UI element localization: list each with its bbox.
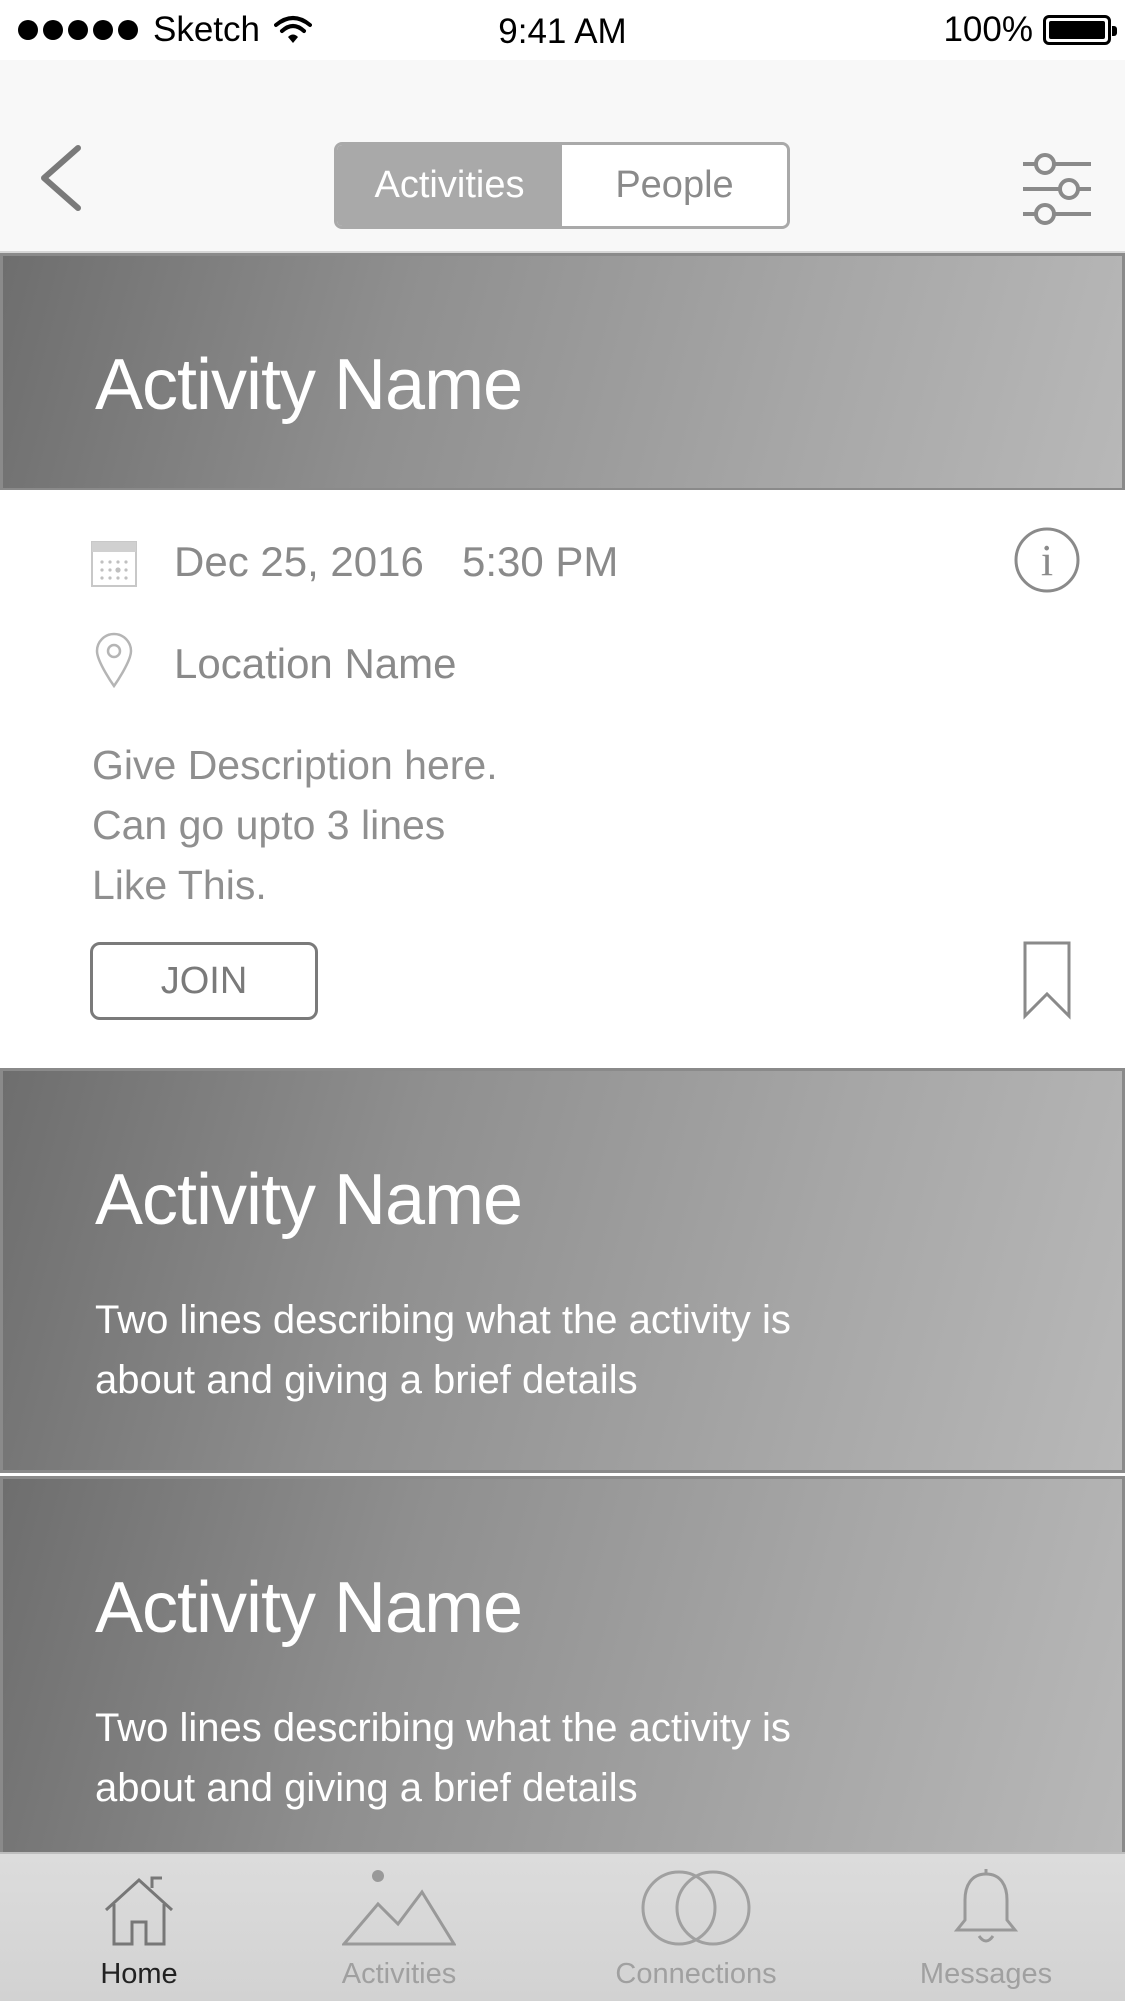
status-bar: Sketch 9:41 AM 100% — [0, 0, 1125, 60]
battery-icon — [1043, 15, 1117, 45]
tab-bar: Home Activities Connections Messages — [0, 1852, 1125, 2001]
activity-description-line: Two lines describing what the activity i… — [95, 1298, 791, 1342]
calendar-icon — [91, 541, 137, 587]
sliders-icon — [1023, 153, 1091, 225]
activity-description-line: about and giving a brief details — [95, 1766, 638, 1810]
mountain-icon — [342, 1870, 456, 1946]
tab-label: Connections — [615, 1958, 777, 1990]
activity-description: Two lines describing what the activity i… — [95, 1290, 995, 1410]
tab-messages[interactable]: Messages — [905, 1854, 1067, 2001]
nav-bar: Activities People — [0, 60, 1125, 253]
tab-home[interactable]: Home — [58, 1854, 220, 2001]
info-icon[interactable]: i — [1013, 526, 1081, 594]
location-pin-icon — [95, 632, 133, 688]
tab-label: Home — [100, 1958, 178, 1990]
activity-date: Dec 25, 2016 — [174, 538, 424, 585]
activity-description-line: about and giving a brief details — [95, 1358, 638, 1402]
description-line: Like This. — [92, 862, 267, 908]
activity-card[interactable]: Activity Name Two lines describing what … — [0, 1068, 1125, 1473]
filter-button[interactable] — [1021, 152, 1093, 226]
segment-people[interactable]: People — [562, 145, 787, 226]
description-line: Can go upto 3 lines — [92, 802, 446, 848]
tab-label: Messages — [919, 1958, 1053, 1990]
activity-title: Activity Name — [95, 345, 523, 425]
activity-location: Location Name — [174, 640, 457, 687]
description-line: Give Description here. — [92, 742, 498, 788]
tab-label: Activities — [341, 1958, 457, 1990]
svg-text:i: i — [1041, 536, 1053, 585]
connections-icon — [641, 1870, 751, 1946]
join-button[interactable]: JOIN — [90, 942, 318, 1020]
activity-card[interactable]: Activity Name Two lines describing what … — [0, 1476, 1125, 1856]
segmented-control: Activities People — [334, 142, 790, 229]
activity-description-line: Two lines describing what the activity i… — [95, 1706, 791, 1750]
chevron-left-icon — [41, 145, 81, 211]
activity-time: 5:30 PM — [462, 538, 619, 585]
bell-icon — [953, 1869, 1019, 1943]
segment-activities[interactable]: Activities — [337, 145, 562, 226]
tab-connections[interactable]: Connections — [605, 1854, 787, 2001]
bookmark-icon[interactable] — [1022, 940, 1072, 1020]
status-right: 100% — [943, 10, 1117, 50]
activity-title: Activity Name — [95, 1568, 523, 1648]
home-icon — [104, 1876, 174, 1946]
activity-title: Activity Name — [95, 1160, 523, 1240]
back-button[interactable] — [30, 140, 90, 220]
featured-activity-details: Dec 25, 2016 5:30 PM i Location Name Giv… — [0, 490, 1125, 1068]
tab-activities[interactable]: Activities — [318, 1854, 480, 2001]
activity-description: Two lines describing what the activity i… — [95, 1698, 995, 1818]
battery-percent: 100% — [943, 10, 1033, 49]
featured-activity-header[interactable]: Activity Name — [0, 253, 1125, 491]
